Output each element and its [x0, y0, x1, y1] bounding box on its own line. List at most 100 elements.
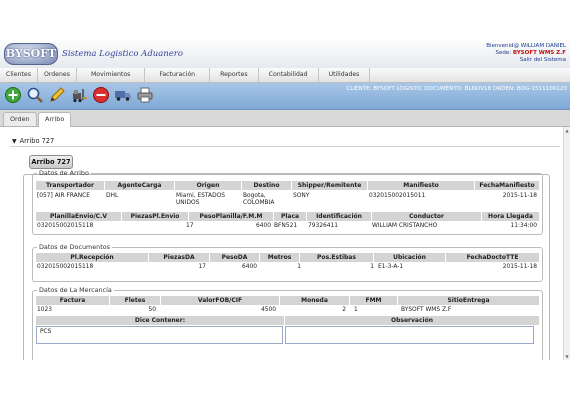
cell-planillaenvio: 032015002015118 — [37, 223, 94, 229]
textarea-row: PCS — [36, 326, 539, 348]
tab-bar: Orden Arribo — [0, 110, 570, 127]
datos-documentos-legend: Datos de Documentos — [39, 243, 110, 251]
cell-shipper: SONY — [293, 193, 310, 199]
table-header-row: Pl.Recepción PiezasDA PesoDA Metros Pos.… — [36, 253, 540, 262]
delete-icon[interactable] — [92, 86, 110, 104]
cell-transportador: [057] AIR FRANCE — [37, 193, 90, 199]
cell-fmm: 1 — [354, 307, 358, 313]
col-valorfob: ValorFOB/CIF — [161, 296, 280, 305]
col-placa: Placa — [274, 212, 307, 221]
col-fechamanifiesto: FechaManifiesto — [475, 181, 540, 190]
cell-pesoda: 6400 — [242, 264, 257, 270]
cell-identificacion: 79326411 — [308, 223, 338, 229]
observacion-textarea[interactable] — [285, 326, 534, 344]
app-window: BYSOFT Sistema Logistico Aduanero Bienve… — [0, 40, 570, 360]
datos-arribo-fieldset: Datos de Arribo Transportador AgenteCarg… — [32, 169, 543, 235]
dice-contener-textarea[interactable]: PCS — [36, 326, 283, 344]
app-header: BYSOFT Sistema Logistico Aduanero Bienve… — [0, 40, 570, 69]
col-shipper: Shipper/Remitente — [292, 181, 368, 190]
scroll-up-icon[interactable]: ▲ — [564, 128, 570, 133]
edit-icon[interactable] — [48, 86, 66, 104]
cell-conductor: WILLIAM CRISTANCHO — [372, 223, 438, 229]
add-icon[interactable] — [4, 86, 22, 104]
sede-line: Sede: BYSOFT WMS Z.F — [495, 50, 566, 56]
col-observacion: Observación — [285, 316, 540, 325]
section-title: Arribo 727 — [19, 137, 55, 145]
logout-link[interactable]: Salir del Sistema — [486, 57, 566, 64]
col-fmm: FMM — [350, 296, 398, 305]
cell-fechamanifiesto: 2015-11-18 — [502, 193, 537, 199]
table-row: [057] AIR FRANCE DHL Miami, ESTADOS UNID… — [36, 192, 539, 208]
main-menu: Clientes Ordenes Movimientos Facturación… — [0, 68, 570, 83]
table-header-row: Factura Fletes ValorFOB/CIF Moneda FMM S… — [36, 296, 540, 305]
app-title: Sistema Logistico Aduanero — [62, 49, 183, 59]
col-pesoplanilla: PesoPlanilla/F.M.M — [189, 212, 274, 221]
datos-documentos-grid: Pl.Recepción PiezasDA PesoDA Metros Pos.… — [36, 253, 540, 283]
cell-placa: BFN521 — [274, 223, 298, 229]
search-icon[interactable] — [26, 86, 44, 104]
col-piezaspl: PiezasPl.Envio — [122, 212, 189, 221]
print-icon[interactable] — [136, 86, 154, 104]
divider — [10, 146, 560, 147]
tab-orden[interactable]: Orden — [3, 112, 37, 126]
toolbar: CLIENTE: BYSOFT LOGISTIC DOCUMENTO: BLNO… — [0, 83, 570, 110]
cell-moneda: 2 — [342, 307, 346, 313]
menu-item-utilidades[interactable]: Utilidades — [319, 68, 371, 82]
vertical-scrollbar[interactable]: ▲ ▼ — [563, 127, 570, 360]
datos-documentos-fieldset: Datos de Documentos Pl.Recepción PiezasD… — [32, 243, 543, 282]
col-posestibas: Pos.Estibas — [300, 253, 374, 262]
datos-mercancia-legend: Datos de La Mercancía — [39, 286, 112, 294]
col-planillaenvio: PlanillaEnvio/C.V — [36, 212, 122, 221]
cell-destino: Bogota, COLOMBIA — [243, 193, 275, 206]
table-row: 032015002015118 17 6400 BFN521 79326411 … — [36, 222, 539, 231]
cell-piezaspl: 17 — [186, 223, 194, 229]
col-fletes: Fletes — [110, 296, 161, 305]
tab-arribo[interactable]: Arribo — [38, 112, 72, 127]
cell-manifiesto: 032015002015011 — [369, 193, 426, 199]
cell-fletes: 50 — [148, 307, 157, 313]
col-pesoda: PesoDA — [210, 253, 260, 262]
col-manifiesto: Manifiesto — [368, 181, 475, 190]
collapse-triangle-icon[interactable]: ▼ — [12, 138, 17, 145]
menu-item-movimientos[interactable]: Movimientos — [77, 68, 146, 82]
section-header[interactable]: ▼ Arribo 727 — [12, 137, 54, 145]
welcome-text: Bienvenid@ WILLIAM DANIEL — [486, 43, 566, 49]
table-header-row: Transportador AgenteCarga Origen Destino… — [36, 181, 540, 190]
col-fechadoctotte: FechaDoctoTTE — [446, 253, 540, 262]
col-plrecepcion: Pl.Recepción — [36, 253, 149, 262]
arribo-panel: Datos de Arribo Transportador AgenteCarg… — [23, 169, 550, 360]
datos-mercancia-grid: Factura Fletes ValorFOB/CIF Moneda FMM S… — [36, 296, 540, 360]
menu-item-contabilidad[interactable]: Contabilidad — [259, 68, 319, 82]
col-metros: Metros — [260, 253, 300, 262]
col-conductor: Conductor — [372, 212, 482, 221]
col-ubicacion: Ubicación — [374, 253, 446, 262]
menu-item-facturacion[interactable]: Facturación — [145, 68, 211, 82]
cell-fechadoctotte: 2015-11-18 — [502, 264, 537, 270]
menu-item-reportes[interactable]: Reportes — [210, 68, 259, 82]
arribo-content: ▼ Arribo 727 Arribo 727 Datos de Arribo T… — [0, 127, 570, 360]
cell-posestibas: 1 — [370, 264, 374, 270]
col-destino: Destino — [242, 181, 292, 190]
col-piezasda: PiezasDA — [149, 253, 210, 262]
cell-origen: Miami, ESTADOS UNIDOS — [176, 193, 225, 206]
cell-plrecepcion: 032015002015118 — [37, 264, 94, 270]
col-transportador: Transportador — [36, 181, 105, 190]
forklift-icon[interactable] — [70, 86, 88, 104]
panel-title-button[interactable]: Arribo 727 — [29, 155, 73, 169]
cell-piezasda: 17 — [198, 264, 207, 270]
truck-icon[interactable] — [114, 86, 132, 104]
menu-item-clientes[interactable]: Clientes — [0, 68, 38, 82]
col-origen: Origen — [175, 181, 242, 190]
cell-factura: 1023 — [37, 307, 52, 313]
bysoft-logo: BYSOFT — [4, 43, 58, 65]
user-box: Bienvenid@ WILLIAM DANIEL Sede: BYSOFT W… — [486, 43, 566, 64]
scroll-down-icon[interactable]: ▼ — [564, 354, 570, 359]
cell-ubicacion: E1-3-A-1 — [378, 264, 404, 270]
menu-item-ordenes[interactable]: Ordenes — [38, 68, 77, 82]
document-info: CLIENTE: BYSOFT LOGISTIC DOCUMENTO: BLNO… — [346, 86, 567, 92]
table-row: 032015002015118 17 6400 1 1 E1-3-A-1 201… — [36, 263, 539, 272]
col-sitioentrega: SitioEntrega — [398, 296, 540, 305]
col-identificacion: Identificación — [307, 212, 372, 221]
cell-horallegada: 11:34:00 — [510, 223, 537, 229]
datos-mercancia-fieldset: Datos de La Mercancía Factura Fletes Val… — [32, 286, 543, 360]
